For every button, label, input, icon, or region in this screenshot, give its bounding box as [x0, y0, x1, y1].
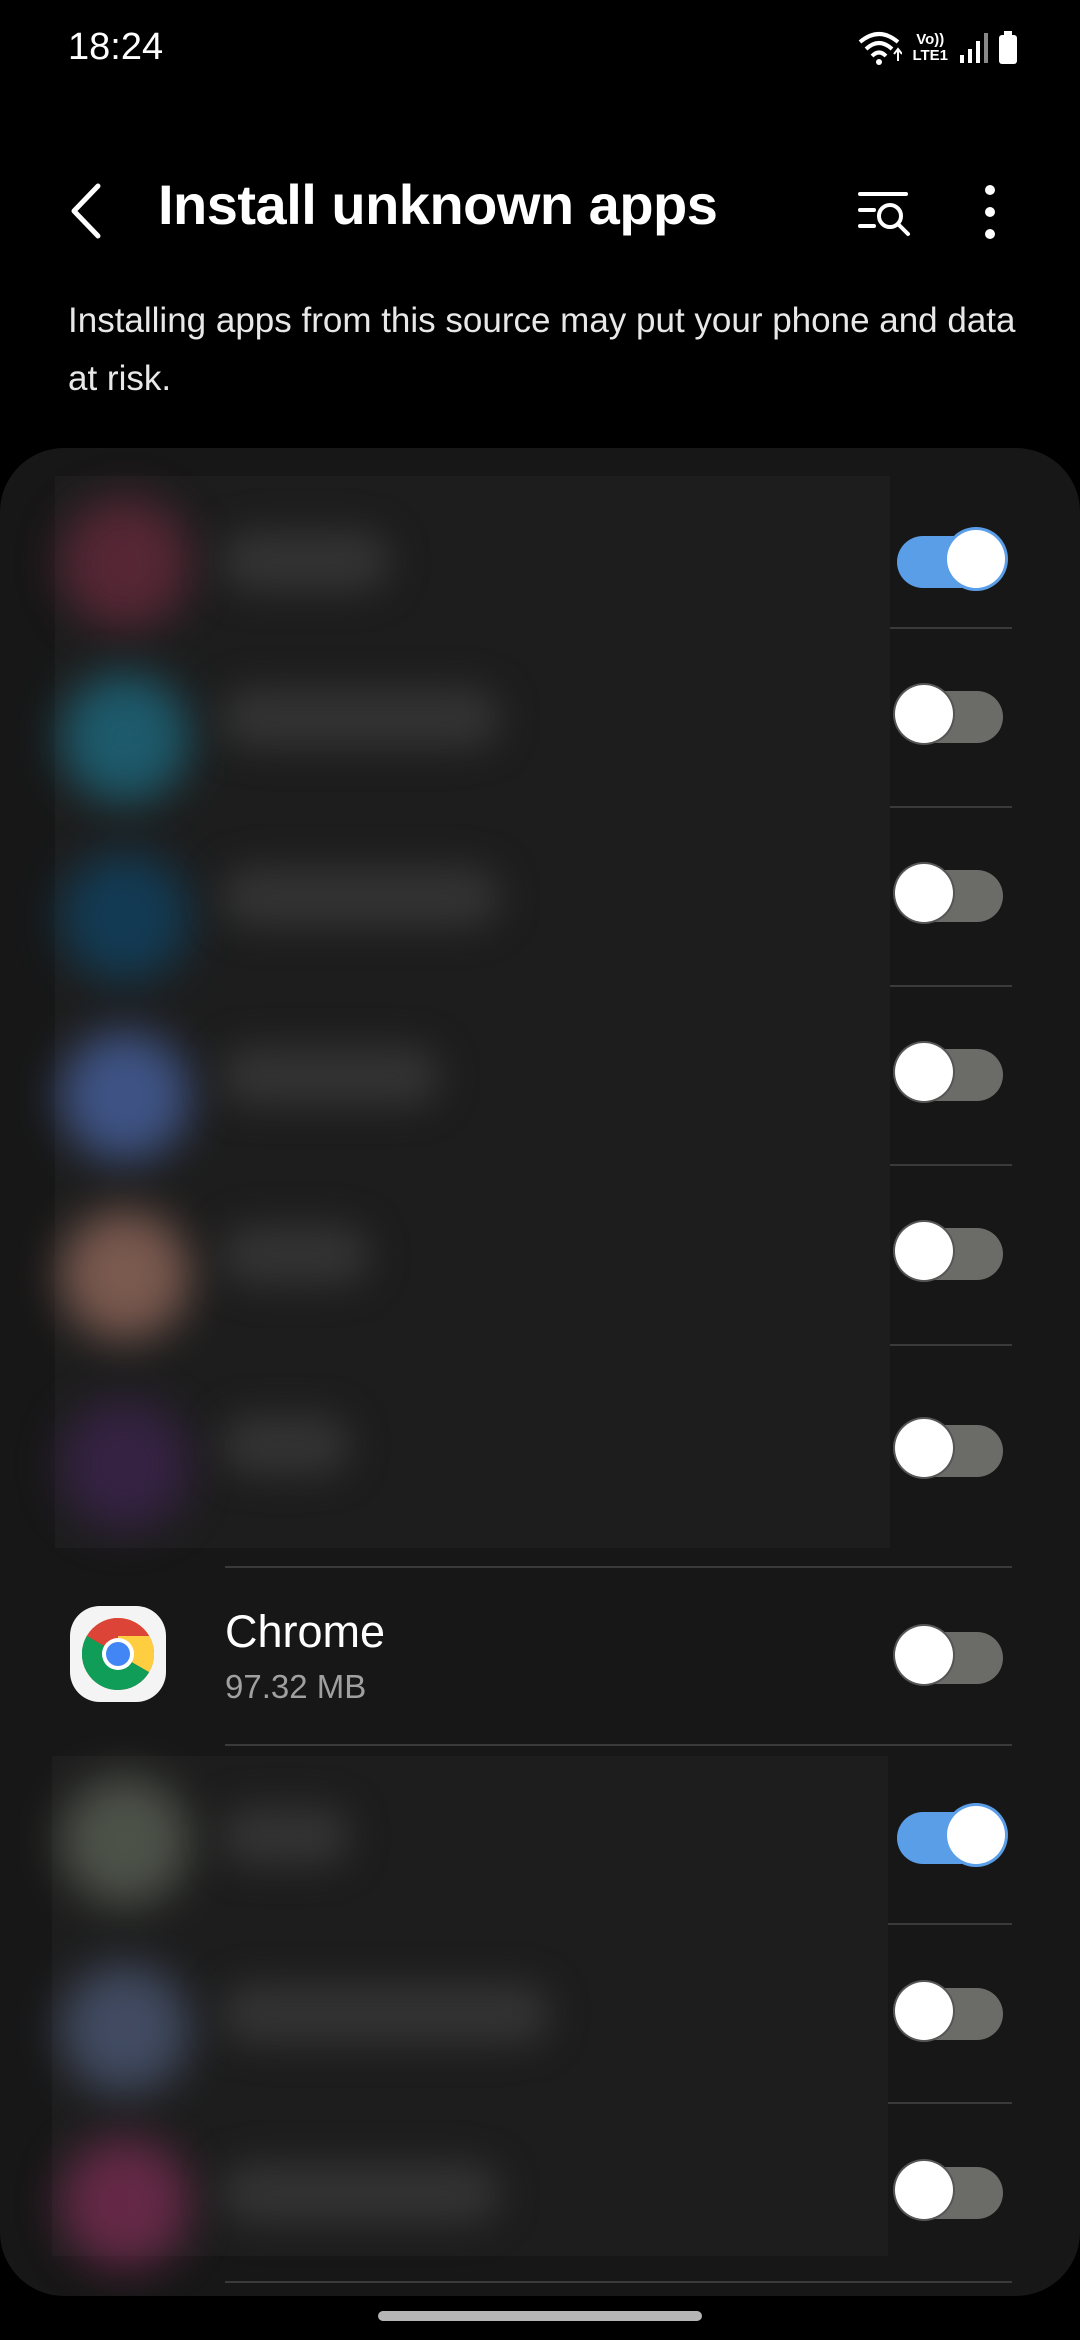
blurred-app-icon [60, 852, 190, 982]
list-item-chrome[interactable]: Chrome 97.32 MB [0, 1568, 1080, 1747]
status-icons: Vo)) LTE1 [856, 28, 1018, 68]
list-item[interactable] [0, 807, 1080, 986]
list-search-button[interactable] [852, 180, 916, 244]
divider [225, 1744, 1012, 1746]
blurred-app-label [220, 688, 500, 748]
app-name: Chrome [225, 1606, 386, 1657]
status-time: 18:24 [68, 26, 164, 68]
list-item[interactable] [0, 1756, 1080, 1935]
blurred-app-icon [60, 1776, 190, 1906]
blurred-app-icon [60, 1400, 190, 1530]
list-item[interactable] [0, 986, 1080, 1165]
risk-warning-text: Installing apps from this source may put… [68, 301, 1016, 398]
chevron-left-icon [71, 183, 101, 239]
blurred-app-label [220, 1806, 350, 1866]
home-indicator[interactable] [378, 2311, 702, 2321]
blurred-app-icon [60, 1964, 190, 2094]
app-size: 97.32 MB [225, 1668, 367, 1705]
divider [225, 2281, 1012, 2283]
app-toggle[interactable] [895, 1982, 1003, 2040]
wifi-icon [859, 32, 903, 65]
list-item[interactable] [0, 1345, 1080, 1549]
blurred-app-icon [60, 673, 190, 803]
app-toggle[interactable] [895, 1419, 1003, 1477]
chrome-icon [70, 1606, 166, 1702]
app-toggle[interactable] [895, 1043, 1003, 1101]
app-toggle[interactable] [895, 864, 1003, 922]
blurred-app-label [220, 1046, 440, 1106]
blurred-app-icon [60, 498, 190, 628]
blurred-app-icon [60, 2138, 190, 2268]
blurred-app-label [220, 1984, 550, 2044]
volte-icon: Vo)) LTE1 [912, 31, 948, 64]
blurred-app-label [220, 1225, 370, 1285]
list-item[interactable] [0, 1165, 1080, 1344]
list-item[interactable] [0, 628, 1080, 807]
app-toggle[interactable] [895, 2161, 1003, 2219]
more-options-button[interactable] [960, 180, 1020, 244]
app-toggle[interactable] [895, 1222, 1003, 1280]
page-title: Install unknown apps [158, 173, 718, 236]
blurred-app-label [220, 867, 500, 927]
list-item[interactable] [0, 1924, 1080, 2103]
blurred-app-icon [60, 1210, 190, 1340]
app-list-card: Chrome 97.32 MB [0, 448, 1080, 2296]
list-item[interactable] [0, 2103, 1080, 2282]
battery-icon [999, 31, 1017, 64]
app-bar: Install unknown apps [0, 150, 1080, 270]
signal-icon [960, 33, 988, 63]
app-toggle[interactable] [897, 1806, 1005, 1864]
back-button[interactable] [56, 176, 116, 246]
blurred-app-label [220, 1415, 350, 1475]
app-toggle[interactable] [895, 1626, 1003, 1684]
status-bar: 18:24 Vo)) LTE1 [0, 0, 1080, 100]
blurred-app-label [220, 531, 390, 591]
app-toggle[interactable] [897, 530, 1005, 588]
list-search-icon [858, 192, 910, 236]
blurred-app-label [220, 2163, 500, 2223]
more-vert-icon [985, 185, 995, 239]
app-toggle[interactable] [895, 685, 1003, 743]
blurred-app-icon [60, 1031, 190, 1161]
